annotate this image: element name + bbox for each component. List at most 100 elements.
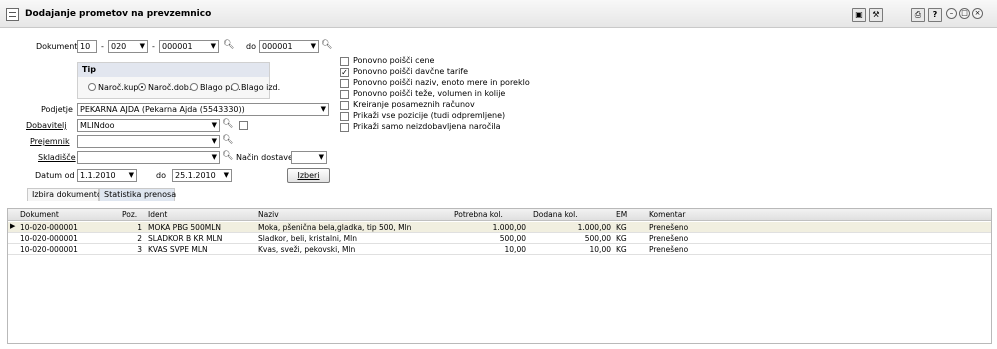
col-ident[interactable]: Ident <box>148 210 167 219</box>
dobavitelj-label: Dobavitelj <box>26 121 67 130</box>
cell-komentar: Prenešeno <box>649 223 689 232</box>
prikazi-vse-pozicije-label: Prikaži vse pozicije (tudi odpremljene) <box>353 111 506 120</box>
radio-blago-izd[interactable]: Blago izd. <box>231 83 280 92</box>
cell-dodana-kol: 500,00 <box>584 234 611 243</box>
dokument-part1-field[interactable]: 10 <box>77 40 97 53</box>
ponovno-teze-label: Ponovno poišči teže, volumen in kolije <box>353 89 506 98</box>
print-icon[interactable]: ⎙ <box>911 8 925 22</box>
cell-potrebna-kol: 10,00 <box>504 245 526 254</box>
cell-komentar: Prenešeno <box>649 234 689 243</box>
tip-group: Tip Naroč.kup. Naroč.dob. Blago pre. Bla… <box>77 62 280 99</box>
minimize-icon[interactable]: – <box>946 8 957 19</box>
cell-poz: 2 <box>137 234 142 243</box>
window-title: Dodajanje prometov na prevzemnico <box>25 9 212 19</box>
restore-icon[interactable]: □ <box>959 8 970 19</box>
tab-statistika-prenosa[interactable]: Statistika prenosa <box>99 188 176 201</box>
tab-izbira-dokumentov[interactable]: Izbira dokumentov <box>27 188 107 201</box>
ponovno-naziv-checkbox[interactable] <box>340 79 349 88</box>
cell-komentar: Prenešeno <box>649 245 689 254</box>
cell-dokument: 10-020-000001 <box>20 234 78 243</box>
datum-do-label: do <box>156 171 166 180</box>
search-icon[interactable]: 🔍︎ <box>222 151 233 161</box>
cell-potrebna-kol: 1.000,00 <box>492 223 526 232</box>
dash-separator: - <box>152 42 155 51</box>
cell-dodana-kol: 10,00 <box>589 245 611 254</box>
prejemnik-combo[interactable]: ▼ <box>77 135 220 148</box>
col-naziv[interactable]: Naziv <box>258 210 279 219</box>
chevron-down-icon[interactable]: ▼ <box>319 152 324 163</box>
col-potrebna-kol[interactable]: Potrebna kol. <box>454 210 503 219</box>
chevron-down-icon[interactable]: ▼ <box>224 170 229 181</box>
search-icon[interactable]: 🔍︎ <box>223 40 234 50</box>
search-icon[interactable]: 🔍︎ <box>222 135 233 145</box>
cell-naziv: Kvas, sveži, pekovski, Mln <box>258 245 356 254</box>
save-layout-icon[interactable]: ▣ <box>852 8 866 22</box>
ponovno-teze-checkbox[interactable] <box>340 90 349 99</box>
tools-icon[interactable]: ⚒ <box>869 8 883 22</box>
table-row[interactable]: 10-020-000001 3 KVAS SVPE MLN Kvas, sveži, … <box>8 244 991 255</box>
skladisce-combo[interactable]: ▼ <box>77 151 220 164</box>
datum-do-field[interactable]: 25.1.2010 ▼ <box>172 169 232 182</box>
chevron-down-icon[interactable]: ▼ <box>212 152 217 163</box>
cell-ident: SLADKOR B KR MLN <box>148 234 223 243</box>
dokument-number-combo[interactable]: 000001 ▼ <box>159 40 219 53</box>
dash-separator: - <box>101 42 104 51</box>
radio-naroc-dob[interactable]: Naroč.dob. <box>138 83 191 92</box>
window-menu-icon[interactable] <box>6 8 19 21</box>
chevron-down-icon[interactable]: ▼ <box>321 104 326 115</box>
cell-dokument: 10-020-000001 <box>20 245 78 254</box>
col-poz[interactable]: Poz. <box>122 210 137 219</box>
dokument-to-combo[interactable]: 000001 ▼ <box>259 40 319 53</box>
row-indicator-icon: ▶ <box>10 222 16 230</box>
dokument-label: Dokument <box>36 42 78 51</box>
tip-header: Tip <box>78 63 269 77</box>
cell-dodana-kol: 1.000,00 <box>577 223 611 232</box>
prejemnik-label: Prejemnik <box>30 137 70 146</box>
table-row[interactable]: 10-020-000001 2 SLADKOR B KR MLN Sladkor, b… <box>8 233 991 244</box>
ponovno-davcne-tarife-checkbox[interactable]: ✓ <box>340 68 349 77</box>
nacin-dostave-label: Način dostave <box>236 153 293 162</box>
ponovno-cene-label: Ponovno poišči cene <box>353 56 435 65</box>
close-icon[interactable]: × <box>972 8 983 19</box>
izberi-button[interactable]: Izberi <box>287 168 330 183</box>
chevron-down-icon[interactable]: ▼ <box>129 170 134 181</box>
chevron-down-icon[interactable]: ▼ <box>311 41 316 52</box>
cell-dokument: 10-020-000001 <box>20 223 78 232</box>
podjetje-combo[interactable]: PEKARNA AJDA (Pekarna Ajda (5543330)) ▼ <box>77 103 329 116</box>
prikazi-neizdobavljena-checkbox[interactable] <box>340 123 349 132</box>
table-row[interactable]: ▶ 10-020-000001 1 MOKA PBG 500MLN Moka, pšen… <box>8 222 991 233</box>
col-dokument[interactable]: Dokument <box>20 210 59 219</box>
col-komentar[interactable]: Komentar <box>649 210 685 219</box>
table-header: Dokument Poz. Ident Naziv Potrebna kol. … <box>8 209 991 221</box>
help-icon[interactable]: ? <box>928 8 942 22</box>
cell-poz: 1 <box>137 223 142 232</box>
chevron-down-icon[interactable]: ▼ <box>211 41 216 52</box>
prikazi-vse-pozicije-checkbox[interactable] <box>340 112 349 121</box>
col-em[interactable]: EM <box>616 210 627 219</box>
ponovno-cene-checkbox[interactable] <box>340 57 349 66</box>
search-icon[interactable]: 🔍︎ <box>222 119 233 129</box>
cell-naziv: Sladkor, beli, kristalni, Mln <box>258 234 357 243</box>
chevron-down-icon[interactable]: ▼ <box>212 136 217 147</box>
title-bar: Dodajanje prometov na prevzemnico ▣ ⚒ ⎙ … <box>0 0 997 28</box>
datum-od-field[interactable]: 1.1.2010 ▼ <box>77 169 137 182</box>
col-dodana-kol[interactable]: Dodana kol. <box>533 210 578 219</box>
ponovno-davcne-tarife-label: Ponovno poišči davčne tarife <box>353 67 469 76</box>
nacin-dostave-combo[interactable]: ▼ <box>291 151 327 164</box>
dobavitelj-combo[interactable]: MLINdoo ▼ <box>77 119 220 132</box>
cell-ident: MOKA PBG 500MLN <box>148 223 221 232</box>
chevron-down-icon[interactable]: ▼ <box>140 41 145 52</box>
skladisce-label: Skladišče <box>38 153 76 162</box>
transfer-table: Dokument Poz. Ident Naziv Potrebna kol. … <box>7 208 992 344</box>
kreiranje-racunov-checkbox[interactable] <box>340 101 349 110</box>
do-label: do <box>246 42 256 51</box>
datum-od-label: Datum od <box>35 171 75 180</box>
cell-potrebna-kol: 500,00 <box>499 234 526 243</box>
search-icon[interactable]: 🔍︎ <box>321 40 332 50</box>
chevron-down-icon[interactable]: ▼ <box>212 120 217 131</box>
cell-naziv: Moka, pšenična bela,gladka, tip 500, Mln <box>258 223 412 232</box>
dobavitelj-checkbox[interactable] <box>239 121 248 130</box>
dokument-part2-combo[interactable]: 020 ▼ <box>108 40 148 53</box>
ponovno-naziv-label: Ponovno poišči naziv, enoto mere in pore… <box>353 78 530 87</box>
radio-naroc-kup[interactable]: Naroč.kup. <box>88 83 141 92</box>
